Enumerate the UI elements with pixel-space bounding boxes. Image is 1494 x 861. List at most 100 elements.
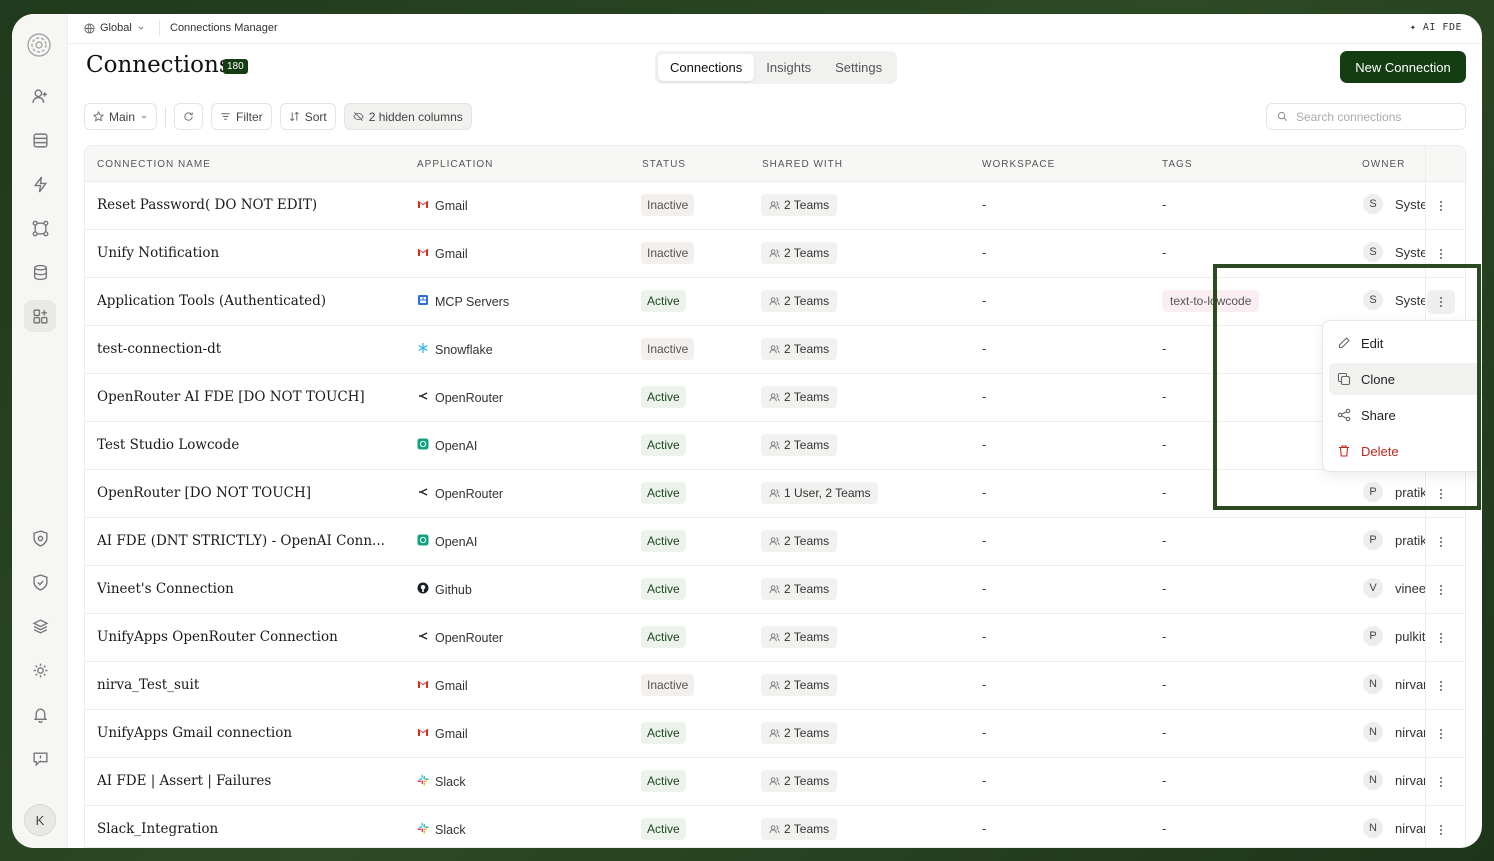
application-cell: OpenRouter bbox=[417, 390, 503, 405]
table-row[interactable]: Unify Notification Gmail Inactive 2 Teams - -… bbox=[85, 230, 1465, 278]
table-row[interactable]: Application Tools (Authenticated) MCP Ser… bbox=[85, 278, 1465, 326]
col-shared-with[interactable]: SHARED WITH bbox=[762, 159, 843, 170]
shared-with-pill[interactable]: 2 Teams bbox=[761, 674, 838, 696]
row-actions-button[interactable] bbox=[1427, 674, 1455, 698]
row-actions-button[interactable] bbox=[1427, 194, 1455, 218]
table-row[interactable]: AI FDE (DNT STRICTLY) - OpenAI Conn... Op… bbox=[85, 518, 1465, 566]
trash-icon bbox=[1339, 445, 1349, 457]
view-selector[interactable]: Main bbox=[84, 103, 158, 130]
layers-icon[interactable] bbox=[24, 610, 56, 642]
shared-with-pill[interactable]: 2 Teams bbox=[761, 626, 838, 648]
openrouter-icon bbox=[417, 486, 429, 501]
workspace-cell: - bbox=[982, 245, 987, 260]
table-row[interactable]: UnifyApps Gmail connection Gmail Active 2 T… bbox=[85, 710, 1465, 758]
col-tags[interactable]: TAGS bbox=[1162, 159, 1192, 170]
shared-with-pill[interactable]: 2 Teams bbox=[761, 338, 838, 360]
row-actions-button[interactable] bbox=[1427, 626, 1455, 650]
shared-with-pill[interactable]: 2 Teams bbox=[761, 290, 838, 312]
col-application[interactable]: APPLICATION bbox=[417, 159, 493, 170]
row-actions-button[interactable] bbox=[1427, 578, 1455, 602]
connections-apps-icon[interactable] bbox=[24, 300, 56, 332]
shared-with-pill[interactable]: 1 User, 2 Teams bbox=[761, 482, 879, 504]
connection-name[interactable]: Test Studio Lowcode bbox=[97, 437, 239, 453]
table-row[interactable]: nirva_Test_suit Gmail Inactive 2 Teams - - Nni… bbox=[85, 662, 1465, 710]
connection-name[interactable]: UnifyApps OpenRouter Connection bbox=[97, 629, 338, 645]
shared-with-pill[interactable]: 2 Teams bbox=[761, 770, 838, 792]
row-actions-menu: Edit Clone Share Delete bbox=[1322, 320, 1482, 472]
row-actions-button[interactable] bbox=[1427, 482, 1455, 506]
shared-with-pill[interactable]: 2 Teams bbox=[761, 386, 838, 408]
logo-icon[interactable] bbox=[24, 30, 54, 60]
tab-connections[interactable]: Connections bbox=[658, 54, 755, 81]
connection-name[interactable]: Vineet's Connection bbox=[97, 581, 234, 597]
connection-name[interactable]: test-connection-dt bbox=[97, 341, 221, 357]
storage-icon[interactable] bbox=[24, 256, 56, 288]
row-actions-button[interactable] bbox=[1427, 818, 1455, 842]
table-row[interactable]: OpenRouter AI FDE [DO NOT TOUCH] OpenRout… bbox=[85, 374, 1465, 422]
connection-name[interactable]: AI FDE | Assert | Failures bbox=[97, 773, 271, 789]
row-actions-button[interactable] bbox=[1427, 770, 1455, 794]
refresh-button[interactable] bbox=[174, 103, 204, 130]
table-row[interactable]: OpenRouter [DO NOT TOUCH] OpenRouter Activ… bbox=[85, 470, 1465, 518]
search-input[interactable]: Search connections bbox=[1266, 103, 1466, 130]
table-row[interactable]: AI FDE | Assert | Failures Slack Active 2 T… bbox=[85, 758, 1465, 806]
connection-name[interactable]: UnifyApps Gmail connection bbox=[97, 725, 292, 741]
filter-button[interactable]: Filter bbox=[211, 103, 272, 130]
table-row[interactable]: Slack_Integration Slack Active 2 Teams - - Nni… bbox=[85, 806, 1465, 847]
connection-name[interactable]: Reset Password( DO NOT EDIT) bbox=[97, 197, 317, 213]
scope-selector[interactable]: Global bbox=[84, 22, 145, 34]
connection-name[interactable]: Unify Notification bbox=[97, 245, 219, 261]
teams-icon bbox=[769, 536, 780, 545]
shared-with-pill[interactable]: 2 Teams bbox=[761, 530, 838, 552]
connection-name[interactable]: Slack_Integration bbox=[97, 821, 218, 837]
menu-item-share[interactable]: Share bbox=[1329, 399, 1482, 431]
tags-cell: - bbox=[1162, 389, 1167, 404]
breadcrumb-page[interactable]: Connections Manager bbox=[170, 22, 278, 34]
table-row[interactable]: Reset Password( DO NOT EDIT) Gmail Inactiv… bbox=[85, 182, 1465, 230]
menu-item-edit[interactable]: Edit bbox=[1329, 327, 1482, 359]
sort-button[interactable]: Sort bbox=[279, 103, 336, 130]
connection-name[interactable]: nirva_Test_suit bbox=[97, 677, 199, 693]
new-connection-button[interactable]: New Connection bbox=[1340, 51, 1466, 83]
shared-with-pill[interactable]: 2 Teams bbox=[761, 242, 838, 264]
workspace-cell: - bbox=[982, 293, 987, 308]
connection-name[interactable]: OpenRouter [DO NOT TOUCH] bbox=[97, 485, 311, 501]
ai-fde-button[interactable]: ✦ AI FDE bbox=[1410, 22, 1462, 33]
shared-with-pill[interactable]: 2 Teams bbox=[761, 818, 838, 840]
table-row[interactable]: test-connection-dt Snowflake Inactive 2 Tea… bbox=[85, 326, 1465, 374]
shield-icon[interactable] bbox=[24, 522, 56, 554]
table-row[interactable]: Vineet's Connection Github Active 2 Teams - -… bbox=[85, 566, 1465, 614]
menu-item-delete[interactable]: Delete bbox=[1329, 435, 1482, 467]
tab-settings[interactable]: Settings bbox=[823, 54, 894, 81]
tab-insights[interactable]: Insights bbox=[754, 54, 823, 81]
menu-item-clone[interactable]: Clone bbox=[1329, 363, 1482, 395]
gear-icon[interactable] bbox=[24, 654, 56, 686]
workflow-icon[interactable] bbox=[24, 212, 56, 244]
connection-name[interactable]: OpenRouter AI FDE [DO NOT TOUCH] bbox=[97, 389, 365, 405]
row-actions-button[interactable] bbox=[1427, 290, 1455, 314]
shared-with-pill[interactable]: 2 Teams bbox=[761, 194, 838, 216]
row-actions-button[interactable] bbox=[1427, 530, 1455, 554]
bell-icon[interactable] bbox=[24, 698, 56, 730]
table-row[interactable]: Test Studio Lowcode OpenAI Active 2 Teams - - bbox=[85, 422, 1465, 470]
shield-check-icon[interactable] bbox=[24, 566, 56, 598]
shared-with-label: 2 Teams bbox=[784, 198, 830, 212]
table-row[interactable]: UnifyApps OpenRouter Connection OpenRoute… bbox=[85, 614, 1465, 662]
col-workspace[interactable]: WORKSPACE bbox=[982, 159, 1055, 170]
users-icon[interactable] bbox=[24, 80, 56, 112]
user-avatar[interactable]: K bbox=[24, 804, 56, 836]
col-connection-name[interactable]: CONNECTION NAME bbox=[97, 159, 211, 170]
col-status[interactable]: STATUS bbox=[642, 159, 686, 170]
shared-with-pill[interactable]: 2 Teams bbox=[761, 722, 838, 744]
hidden-columns-button[interactable]: 2 hidden columns bbox=[343, 103, 472, 130]
bolt-icon[interactable] bbox=[24, 168, 56, 200]
feedback-icon[interactable] bbox=[24, 742, 56, 774]
row-actions-button[interactable] bbox=[1427, 722, 1455, 746]
connection-name[interactable]: Application Tools (Authenticated) bbox=[97, 293, 326, 309]
shared-with-pill[interactable]: 2 Teams bbox=[761, 578, 838, 600]
database-table-icon[interactable] bbox=[24, 124, 56, 156]
row-actions-button[interactable] bbox=[1427, 242, 1455, 266]
col-owner[interactable]: OWNER bbox=[1362, 159, 1405, 170]
connection-name[interactable]: AI FDE (DNT STRICTLY) - OpenAI Conn... bbox=[97, 533, 385, 549]
shared-with-pill[interactable]: 2 Teams bbox=[761, 434, 838, 456]
